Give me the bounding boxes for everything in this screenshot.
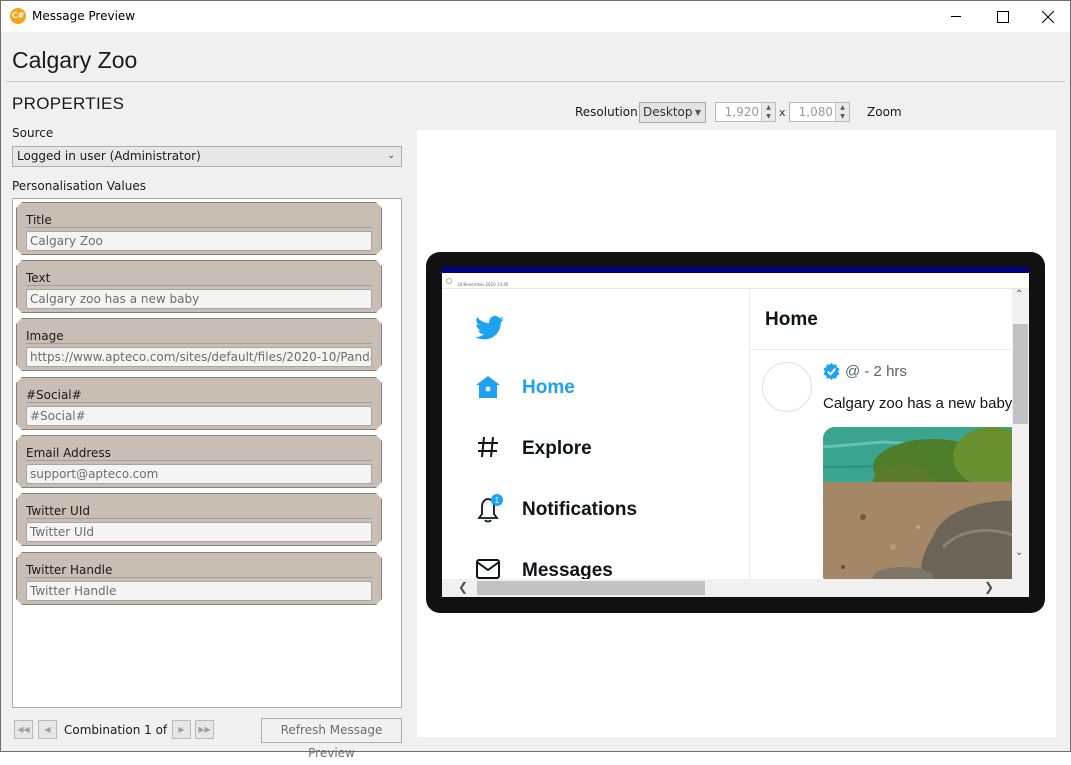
verified-badge-icon	[823, 363, 840, 380]
height-value: 1,080	[798, 105, 833, 119]
field-separator	[26, 402, 372, 403]
field-card: Image https://www.apteco.com/sites/defau…	[16, 318, 382, 371]
source-label: Source	[12, 126, 54, 140]
previous-combination-button[interactable]: ◀	[38, 720, 57, 739]
resolution-select[interactable]: Desktop ▼	[639, 102, 706, 123]
scroll-left-icon[interactable]: ❮	[458, 580, 468, 594]
dimension-separator: x	[779, 106, 786, 119]
minimize-button[interactable]	[933, 1, 979, 32]
height-stepper[interactable]: 1,080 ▲ ▼	[789, 102, 850, 122]
field-separator	[26, 227, 372, 228]
first-combination-button[interactable]: ◀◀	[14, 720, 33, 739]
field-input[interactable]: https://www.apteco.com/sites/default/fil…	[26, 347, 372, 367]
twitter-sidebar: Home Explore 1 Notifications Messages	[442, 289, 749, 581]
properties-heading: PROPERTIES	[12, 94, 125, 113]
field-label: Twitter Handle	[26, 563, 113, 577]
width-stepper[interactable]: 1,920 ▲ ▼	[715, 102, 776, 122]
chevron-down-icon: ▼	[694, 108, 701, 117]
close-icon	[1042, 11, 1054, 23]
horizontal-scroll-thumb[interactable]	[477, 581, 705, 595]
next-combination-button[interactable]: ▶	[172, 720, 191, 739]
zoom-label: Zoom	[867, 105, 902, 119]
zoo-photo-image	[823, 427, 1012, 579]
field-input[interactable]: support@apteco.com	[26, 464, 372, 484]
field-label: #Social#	[26, 388, 82, 402]
nav-home[interactable]: Home	[522, 377, 575, 399]
avatar[interactable]	[762, 362, 812, 412]
source-value: Logged in user (Administrator)	[17, 149, 201, 163]
field-separator	[26, 577, 372, 578]
field-input[interactable]: Calgary zoo has a new baby	[26, 289, 372, 309]
vertical-scroll-thumb[interactable]	[1013, 324, 1028, 424]
tweet-text: Calgary zoo has a new baby	[823, 395, 1012, 412]
page-title: Calgary Zoo	[12, 47, 138, 73]
header-divider	[6, 81, 1065, 82]
resolution-value: Desktop	[643, 105, 693, 119]
field-label: Email Address	[26, 446, 111, 460]
field-card: Text Calgary zoo has a new baby	[16, 260, 382, 313]
scroll-right-icon[interactable]: ❯	[984, 580, 994, 594]
field-input[interactable]: #Social#	[26, 406, 372, 426]
personalisation-label: Personalisation Values	[12, 179, 146, 193]
email-date: 18 November 2020 14:40	[457, 282, 509, 287]
twitter-bird-icon[interactable]	[475, 316, 504, 340]
scroll-down-icon[interactable]: ⌄	[1015, 547, 1023, 558]
field-separator	[26, 460, 372, 461]
twitter-timeline: Home @ - 2 hrs Calgary zoo has a new bab…	[750, 289, 1012, 579]
field-card: Title Calgary Zoo	[16, 202, 382, 255]
field-card: Email Address support@apteco.com	[16, 435, 382, 488]
app-icon: C#	[10, 8, 26, 24]
window-title: Message Preview	[32, 9, 136, 23]
scroll-up-icon[interactable]: ⌃	[1015, 289, 1023, 300]
field-card: Twitter UId Twitter UId	[16, 493, 382, 546]
field-label: Twitter UId	[26, 504, 90, 518]
field-label: Image	[26, 329, 64, 343]
combination-counter: Combination 1 of 1	[64, 723, 179, 737]
nav-explore[interactable]: Explore	[522, 438, 592, 460]
field-input[interactable]: Twitter UId	[26, 522, 372, 542]
refresh-preview-button[interactable]: Refresh Message Preview	[261, 718, 402, 760]
maximize-button[interactable]	[979, 1, 1025, 32]
field-separator	[26, 518, 372, 519]
device-screen: 18 November 2020 14:40 Home Explore 1 No…	[442, 267, 1029, 597]
email-header-bar	[442, 267, 1029, 273]
hashtag-icon[interactable]	[477, 436, 499, 458]
field-separator	[26, 285, 372, 286]
scrollbar-corner	[1012, 579, 1029, 597]
vertical-scrollbar[interactable]: ⌃ ⌄	[1012, 289, 1029, 579]
width-value: 1,920	[724, 105, 759, 119]
field-card: Twitter Handle Twitter Handle	[16, 552, 382, 605]
field-input[interactable]: Calgary Zoo	[26, 231, 372, 251]
email-logo-icon	[446, 278, 452, 284]
tweet-image[interactable]	[823, 427, 1012, 579]
home-icon[interactable]	[475, 375, 501, 399]
chevron-down-icon: ⌄	[387, 151, 395, 161]
field-label: Text	[26, 271, 51, 285]
personalisation-values-list: Title Calgary Zoo Text Calgary zoo has a…	[12, 198, 402, 708]
nav-notifications[interactable]: Notifications	[522, 499, 637, 521]
close-button[interactable]	[1025, 1, 1071, 32]
timeline-divider	[750, 349, 1012, 350]
field-card: #Social# #Social#	[16, 377, 382, 430]
title-bar: C# Message Preview	[1, 1, 1070, 32]
mail-icon[interactable]	[476, 559, 500, 579]
field-separator	[26, 343, 372, 344]
timeline-title: Home	[765, 309, 818, 330]
bell-icon[interactable]: 1	[475, 494, 505, 524]
horizontal-scrollbar[interactable]: ❮ ❯	[442, 579, 1012, 597]
source-select[interactable]: Logged in user (Administrator) ⌄	[12, 146, 402, 167]
resolution-label: Resolution	[575, 105, 638, 119]
notification-badge: 1	[495, 496, 500, 505]
tweet-meta: @ - 2 hrs	[845, 363, 907, 380]
field-label: Title	[26, 213, 52, 227]
stepper-arrows-icon[interactable]: ▲ ▼	[761, 103, 775, 121]
last-combination-button[interactable]: ▶▶	[195, 720, 214, 739]
field-input[interactable]: Twitter Handle	[26, 581, 372, 601]
stepper-arrows-icon[interactable]: ▲ ▼	[835, 103, 849, 121]
